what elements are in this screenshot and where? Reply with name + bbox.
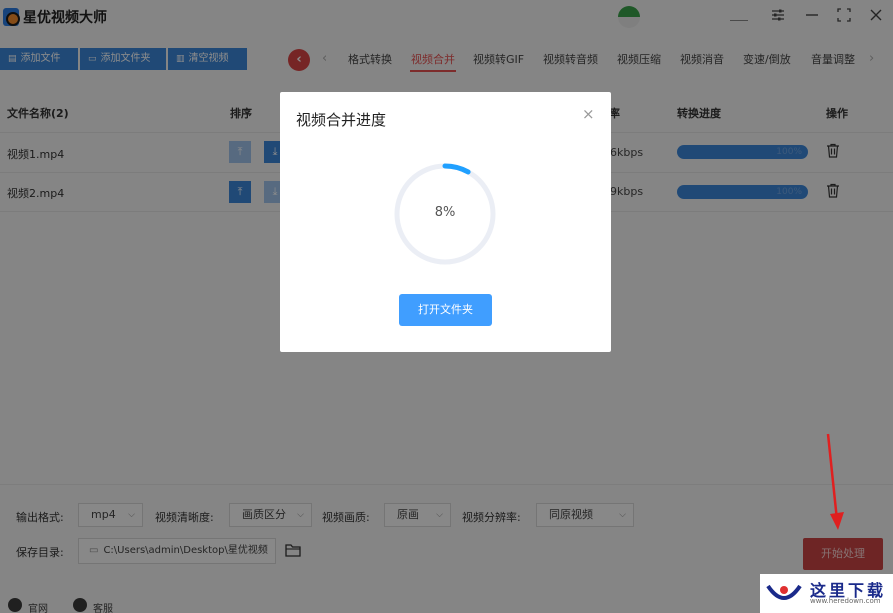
open-folder-button[interactable]: 打开文件夹 xyxy=(399,294,492,326)
dialog-title: 视频合并进度 xyxy=(296,111,387,129)
watermark-logo xyxy=(766,584,802,600)
watermark: 这里下载 www.heredown.com xyxy=(760,574,893,613)
close-icon[interactable]: × xyxy=(582,105,595,123)
merge-progress-dialog: 视频合并进度 × 8% 打开文件夹 xyxy=(280,92,611,352)
annotation-arrow xyxy=(826,433,844,530)
watermark-url: www.heredown.com xyxy=(810,597,881,605)
progress-percent: 8% xyxy=(434,205,456,220)
